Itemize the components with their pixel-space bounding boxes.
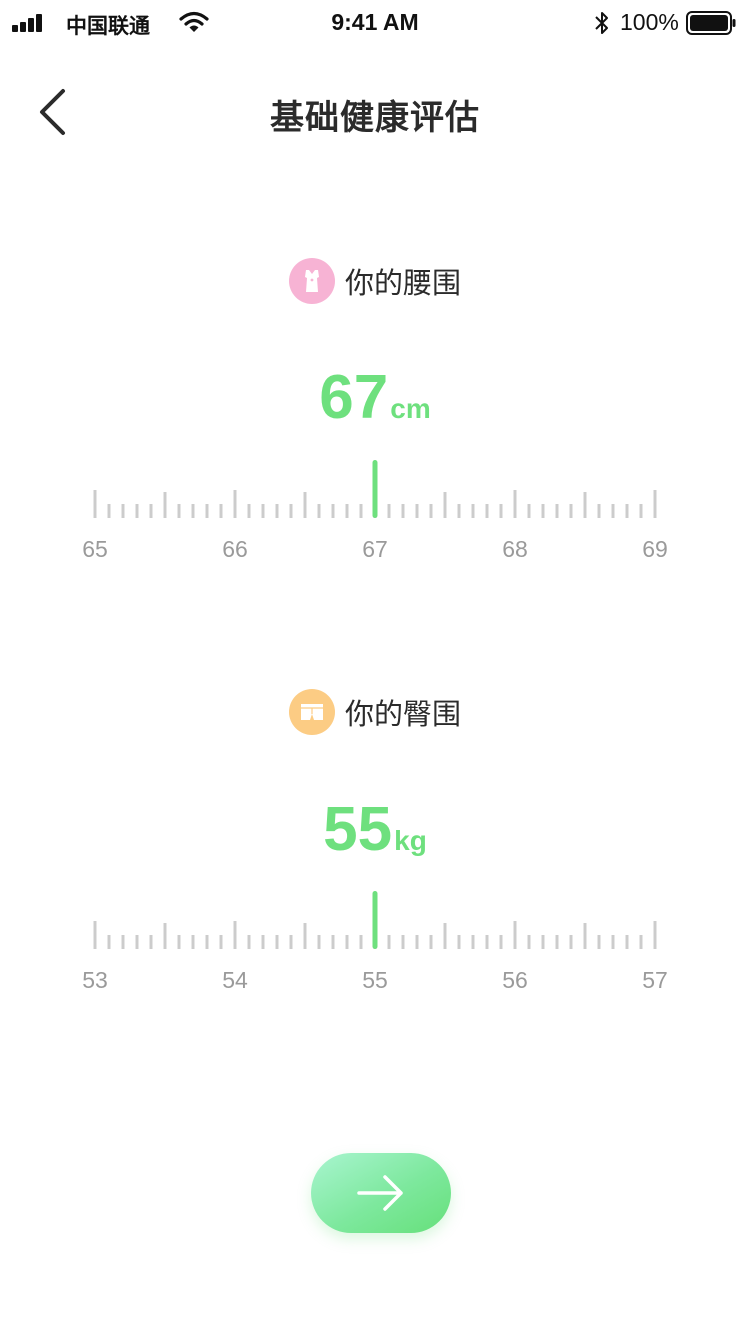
waist-ruler-label: 66 — [222, 536, 248, 562]
hip-ruler-labels: 53 54 55 56 57 — [0, 967, 750, 997]
hip-label: 你的臀围 — [0, 689, 750, 735]
waist-ruler-label: 68 — [502, 536, 528, 562]
waist-ruler-label: 67 — [362, 536, 388, 562]
hip-ruler-label: 56 — [502, 967, 528, 993]
waist-ruler-label: 65 — [82, 536, 108, 562]
hip-label-text: 你的臀围 — [344, 697, 461, 731]
page-title: 基础健康评估 — [270, 98, 480, 138]
waist-label: 你的腰围 — [0, 258, 750, 304]
waist-ruler-indicator[interactable] — [372, 460, 378, 518]
next-button[interactable] — [311, 1153, 451, 1233]
hip-value: 55kg — [0, 794, 750, 865]
waist-value-unit: cm — [390, 393, 431, 424]
hip-value-unit: kg — [394, 825, 427, 856]
hip-ruler-label: 57 — [642, 967, 668, 993]
waist-label-text: 你的腰围 — [344, 266, 461, 300]
bluetooth-icon — [595, 12, 608, 34]
waist-ruler-labels: 65 66 67 68 69 — [0, 536, 750, 566]
arrow-right-icon — [357, 1175, 403, 1211]
waist-ruler-label: 69 — [642, 536, 668, 562]
hip-ruler-label: 53 — [82, 967, 108, 993]
dress-icon — [288, 258, 335, 304]
battery-icon — [686, 11, 736, 35]
hip-ruler-label: 55 — [362, 967, 388, 993]
hip-value-number: 55 — [323, 795, 393, 864]
battery-percent: 100% — [620, 9, 679, 35]
shorts-icon — [288, 689, 335, 735]
hip-ruler-indicator[interactable] — [372, 891, 378, 949]
status-bar: 中国联通 9:41 AM 100% — [0, 0, 750, 44]
waist-value-number: 67 — [319, 363, 389, 432]
hip-ruler[interactable] — [0, 889, 750, 949]
waist-ruler[interactable] — [0, 458, 750, 518]
waist-value: 67cm — [0, 362, 750, 433]
hip-ruler-label: 54 — [222, 967, 248, 993]
